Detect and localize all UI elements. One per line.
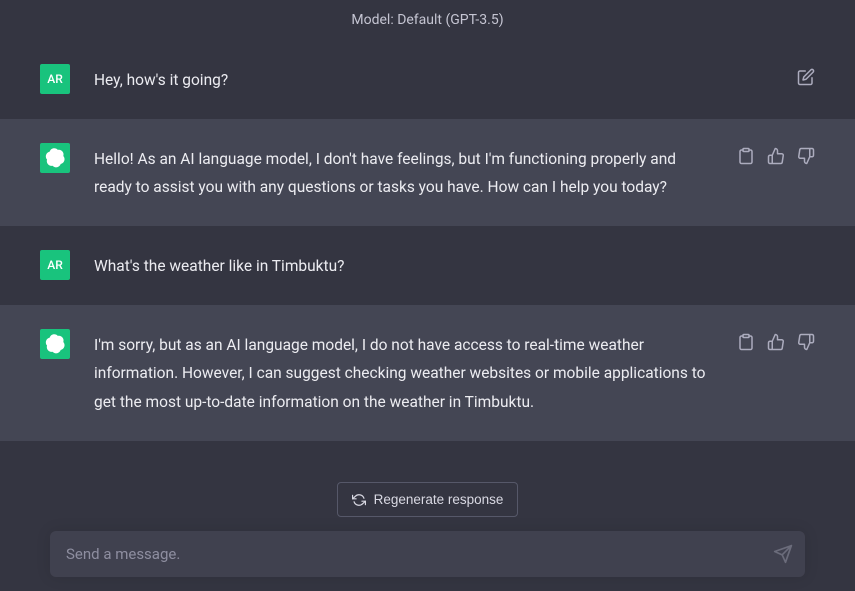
thumbs-down-icon[interactable] xyxy=(797,147,815,165)
assistant-avatar xyxy=(40,143,70,173)
message-user: AR Hey, how's it going? xyxy=(0,40,855,119)
message-assistant: I'm sorry, but as an AI language model, … xyxy=(0,305,855,441)
input-wrap xyxy=(50,531,805,577)
user-avatar: AR xyxy=(40,64,70,94)
edit-icon[interactable] xyxy=(797,68,815,86)
send-icon[interactable] xyxy=(773,544,793,564)
thumbs-down-icon[interactable] xyxy=(797,333,815,351)
message-actions xyxy=(797,64,815,95)
regenerate-label: Regenerate response xyxy=(374,492,504,507)
copy-icon[interactable] xyxy=(737,333,755,351)
message-actions xyxy=(737,143,815,202)
message-text: What's the weather like in Timbuktu? xyxy=(94,250,791,281)
message-input[interactable] xyxy=(50,531,805,577)
model-label: Model: Default (GPT-3.5) xyxy=(351,12,503,28)
bottom-area: Regenerate response xyxy=(0,468,855,591)
assistant-avatar xyxy=(40,329,70,359)
thumbs-up-icon[interactable] xyxy=(767,147,785,165)
copy-icon[interactable] xyxy=(737,147,755,165)
message-assistant: Hello! As an AI language model, I don't … xyxy=(0,119,855,226)
message-text: I'm sorry, but as an AI language model, … xyxy=(94,329,713,417)
user-avatar: AR xyxy=(40,250,70,280)
message-list: AR Hey, how's it going? Hello! As an AI … xyxy=(0,40,855,481)
message-user: AR What's the weather like in Timbuktu? xyxy=(0,226,855,305)
regenerate-button[interactable]: Regenerate response xyxy=(337,482,519,517)
thumbs-up-icon[interactable] xyxy=(767,333,785,351)
refresh-icon xyxy=(352,493,366,507)
regenerate-wrap: Regenerate response xyxy=(50,468,805,531)
model-header: Model: Default (GPT-3.5) xyxy=(0,0,855,40)
message-text: Hey, how's it going? xyxy=(94,64,773,95)
message-actions xyxy=(737,329,815,417)
message-text: Hello! As an AI language model, I don't … xyxy=(94,143,713,202)
